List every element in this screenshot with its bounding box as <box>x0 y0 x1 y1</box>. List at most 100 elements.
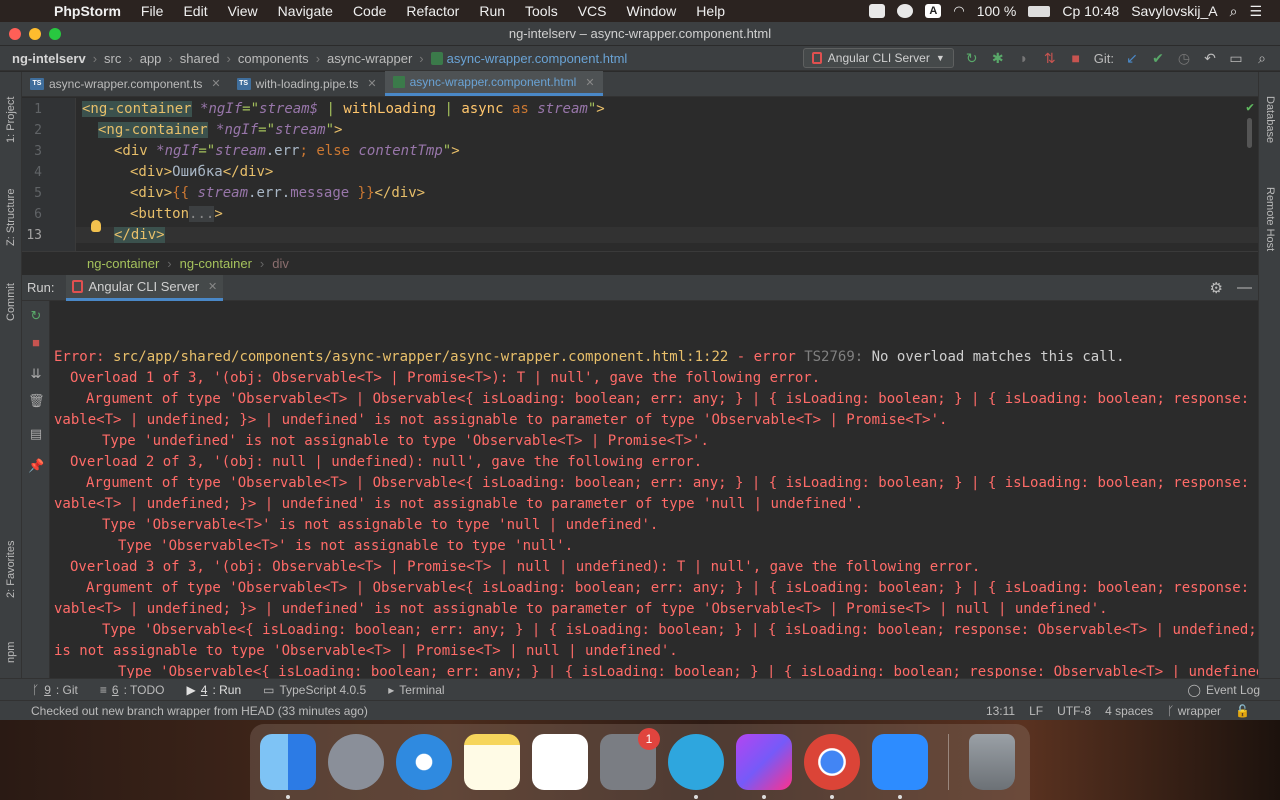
line-separator[interactable]: LF <box>1029 704 1043 718</box>
menu-vcs[interactable]: VCS <box>568 3 617 19</box>
menu-window[interactable]: Window <box>617 3 687 19</box>
wifi-icon[interactable]: ◠ <box>953 3 964 19</box>
dock-phpstorm[interactable] <box>736 734 792 799</box>
dock-telegram[interactable] <box>668 734 724 799</box>
nav-crumb-src[interactable]: src <box>104 51 121 66</box>
nav-crumb-shared[interactable]: shared <box>180 51 220 66</box>
dock-numbers[interactable] <box>532 734 588 790</box>
tool-window-structure[interactable]: Z: Structure <box>0 172 22 262</box>
dock-finder[interactable] <box>260 734 316 799</box>
nav-crumb-components[interactable]: components <box>238 51 309 66</box>
run-configuration-select[interactable]: Angular CLI Server ▼ <box>802 48 954 68</box>
spotlight-search-icon[interactable]: ⌕ <box>1230 3 1238 20</box>
clock[interactable]: Ср 10:48 <box>1062 3 1119 19</box>
intention-bulb-icon[interactable] <box>91 220 101 232</box>
tab-async-wrapper-component-ts[interactable]: TS async-wrapper.component.ts ✕ <box>22 71 229 96</box>
run-console-output[interactable]: Error: src/app/shared/components/async-w… <box>50 301 1258 678</box>
minimize-window-button[interactable] <box>29 27 41 40</box>
tool-tab-terminal[interactable]: ▸ Terminal <box>388 683 444 697</box>
indent-setting[interactable]: 4 spaces <box>1105 704 1153 718</box>
breadcrumb-item[interactable]: ng-container <box>87 256 159 271</box>
menu-file[interactable]: File <box>131 3 174 19</box>
tool-tab-todo[interactable]: ≡ 6: TODO <box>100 683 165 697</box>
nav-crumb-file[interactable]: async-wrapper.component.html <box>447 51 628 66</box>
menu-edit[interactable]: Edit <box>173 3 217 19</box>
dock-chrome[interactable] <box>804 734 860 799</box>
trash-icon[interactable]: 🗑 <box>28 394 45 408</box>
pin-icon[interactable]: 📌 <box>28 459 44 473</box>
menu-tools[interactable]: Tools <box>515 3 568 19</box>
dock-safari[interactable] <box>396 734 452 790</box>
status-message[interactable]: Checked out new branch wrapper from HEAD… <box>31 704 368 718</box>
tab-async-wrapper-component-html[interactable]: async-wrapper.component.html ✕ <box>384 71 603 96</box>
hide-panel-icon[interactable]: — <box>1237 279 1252 297</box>
dock-launchpad[interactable] <box>328 734 384 790</box>
tool-tab-event-log[interactable]: ◯ Event Log <box>1188 683 1260 697</box>
lock-icon[interactable]: 🔓 <box>1235 704 1250 718</box>
git-rollback-icon[interactable]: ↶ <box>1202 50 1218 66</box>
layout-icon[interactable]: ▭ <box>1228 50 1244 66</box>
tool-window-project[interactable]: 1: Project <box>0 80 22 160</box>
gear-icon[interactable]: ⚙ <box>1210 279 1223 297</box>
search-everywhere-icon[interactable]: ⌕ <box>1254 50 1270 66</box>
zoom-tray-icon[interactable] <box>869 4 886 18</box>
nav-crumb-project[interactable]: ng-intelserv <box>12 51 86 66</box>
run-tab-angular-cli-server[interactable]: Angular CLI Server ✕ <box>66 274 224 301</box>
user-name[interactable]: Savylovskij_A <box>1131 3 1217 19</box>
close-tab-icon[interactable]: ✕ <box>211 77 220 90</box>
tab-with-loading-pipe-ts[interactable]: TS with-loading.pipe.ts ✕ <box>229 71 385 96</box>
menu-navigate[interactable]: Navigate <box>268 3 343 19</box>
close-tab-icon[interactable]: ✕ <box>208 280 217 293</box>
close-window-button[interactable] <box>9 27 21 40</box>
tool-tab-run[interactable]: ▶ 4: Run <box>187 683 242 697</box>
dock-trash[interactable] <box>969 734 1015 790</box>
chevron-right-icon: › <box>92 50 98 66</box>
dock-system-preferences[interactable]: 1 <box>600 728 660 790</box>
dock-notes[interactable] <box>464 734 520 790</box>
inspection-ok-icon[interactable]: ✔ <box>1246 100 1254 115</box>
git-history-icon[interactable]: ◷ <box>1176 50 1192 66</box>
tool-tab-typescript[interactable]: ▭ TypeScript 4.0.5 <box>263 683 366 697</box>
tool-window-commit[interactable]: Commit <box>0 272 22 332</box>
breadcrumb-item[interactable]: div <box>272 256 289 271</box>
layout-icon[interactable]: ▤ <box>28 427 44 441</box>
git-update-icon[interactable]: ↙ <box>1124 50 1140 66</box>
rerun-icon[interactable]: ↻ <box>964 50 980 66</box>
file-encoding[interactable]: UTF-8 <box>1057 704 1091 718</box>
zoom-window-button[interactable] <box>49 27 61 40</box>
error-file-link[interactable]: src/app/shared/components/async-wrapper/… <box>113 349 686 365</box>
debug-icon[interactable]: ✱ <box>990 50 1006 66</box>
menu-refactor[interactable]: Refactor <box>396 3 469 19</box>
scroll-to-end-icon[interactable]: ⇊ <box>28 367 44 381</box>
input-source-indicator[interactable]: A <box>925 4 942 18</box>
coverage-icon[interactable]: ◗ <box>1016 50 1032 66</box>
stop-icon[interactable]: ■ <box>1068 50 1084 66</box>
dock-zoom[interactable] <box>872 734 928 799</box>
breadcrumb-item[interactable]: ng-container <box>180 256 252 271</box>
editor-scrollbar[interactable] <box>1247 118 1252 148</box>
caret-position[interactable]: 13:11 <box>986 704 1015 718</box>
tool-window-remote-host[interactable]: Remote Host <box>1259 172 1280 267</box>
tool-window-npm[interactable]: npm <box>0 627 22 677</box>
close-tab-icon[interactable]: ✕ <box>367 77 376 90</box>
stop-icon[interactable]: ■ <box>28 336 44 350</box>
rerun-icon[interactable]: ↻ <box>28 309 44 323</box>
menu-run[interactable]: Run <box>469 3 515 19</box>
menu-view[interactable]: View <box>218 3 268 19</box>
code-editor[interactable]: 1 2 3 4 5 6 13 <ng-container *ngIf="stre… <box>22 98 1258 251</box>
git-commit-icon[interactable]: ✔ <box>1150 50 1166 66</box>
notification-center-icon[interactable]: ☰ <box>1249 3 1262 20</box>
tool-window-favorites[interactable]: 2: Favorites <box>0 522 22 617</box>
app-menu[interactable]: PhpStorm <box>54 3 131 19</box>
tool-tab-git[interactable]: ᚴ9: Git <box>32 683 78 697</box>
attach-icon[interactable]: ⇅ <box>1042 50 1058 66</box>
menu-help[interactable]: Help <box>686 3 735 19</box>
git-branch-widget[interactable]: ᚴ wrapper <box>1167 704 1221 718</box>
nav-crumb-app[interactable]: app <box>140 51 162 66</box>
nav-crumb-async-wrapper[interactable]: async-wrapper <box>327 51 412 66</box>
battery-icon[interactable] <box>1028 5 1051 17</box>
close-tab-icon[interactable]: ✕ <box>585 76 594 89</box>
menu-code[interactable]: Code <box>343 3 396 19</box>
tool-window-database[interactable]: Database <box>1259 80 1280 160</box>
telegram-tray-icon[interactable] <box>897 4 914 18</box>
